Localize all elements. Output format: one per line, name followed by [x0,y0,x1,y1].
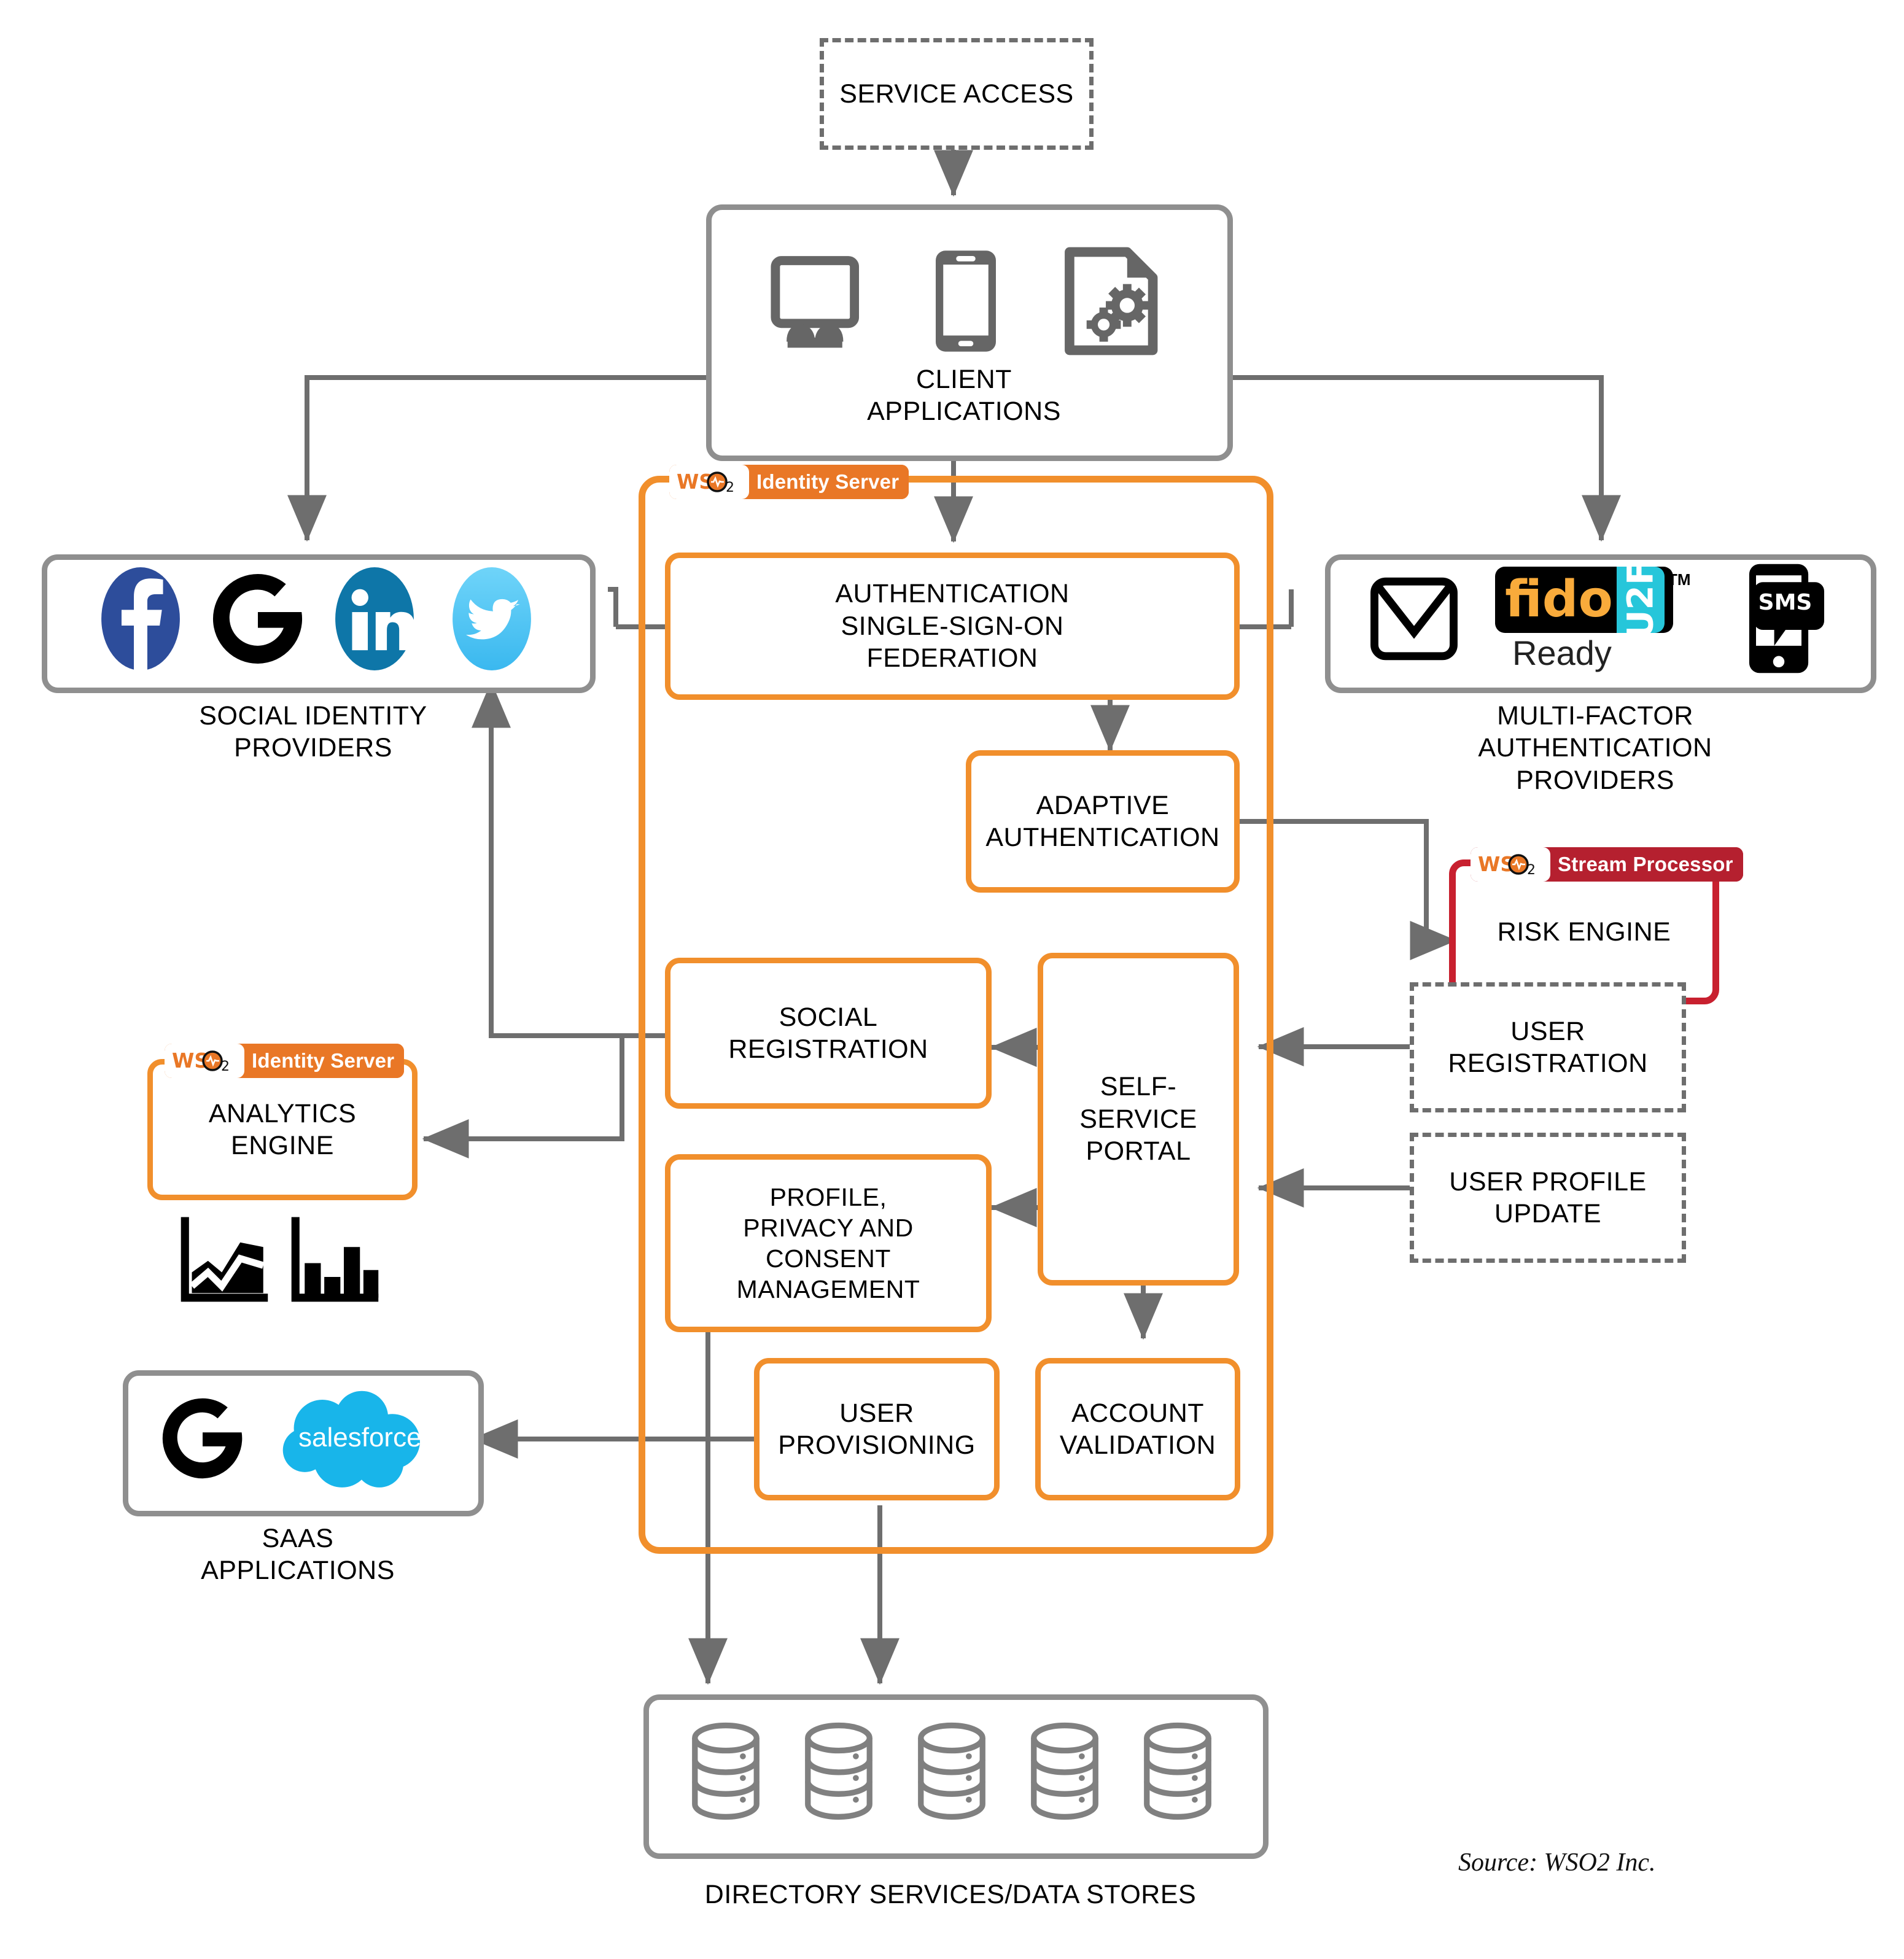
svg-text:2: 2 [726,480,734,495]
profile-privacy-consent-block[interactable]: PROFILE, PRIVACY AND CONSENT MANAGEMENT [665,1154,992,1332]
database-cylinder-icon [1144,1722,1211,1820]
saas-applications-caption: SAAS APPLICATIONS [201,1524,395,1586]
social-registration-label: SOCIAL REGISTRATION [728,1002,928,1064]
email-envelope-icon [1370,577,1458,660]
risk-engine-label: RISK ENGINE [1497,917,1671,947]
sms-phone-icon: SMS [1733,562,1825,675]
authentication-block[interactable]: AUTHENTICATION SINGLE-SIGN-ON FEDERATION [665,553,1240,700]
identity-server-badge: WS 2 Identity Server [669,465,909,499]
fido-u2f-text: U2F [1619,560,1661,639]
fido-ready-text: Ready [1512,633,1612,672]
database-cylinder-icon [1031,1722,1098,1820]
self-service-portal-block[interactable]: SELF- SERVICE PORTAL [1038,953,1239,1286]
mobile-phone-icon [935,250,996,352]
authentication-block-label: AUTHENTICATION SINGLE-SIGN-ON FEDERATION [835,579,1070,673]
social-registration-block[interactable]: SOCIAL REGISTRATION [665,958,992,1109]
client-applications-caption: CLIENT APPLICATIONS [867,365,1061,427]
fido-tm-mark: TM [1667,570,1691,589]
wso2-logo: WS 2 [669,465,749,499]
twitter-icon [453,567,531,670]
desktop-monitor-icon [770,255,859,347]
adaptive-authentication-block[interactable]: ADAPTIVE AUTHENTICATION [966,750,1240,893]
facebook-icon [101,567,180,670]
directory-store-icons [669,1710,1234,1833]
wso2-logo: WS 2 [165,1044,244,1078]
user-profile-update-box: USER PROFILE UPDATE [1410,1133,1686,1263]
service-access-label: SERVICE ACCESS [839,79,1074,109]
user-provisioning-block[interactable]: USER PROVISIONING [754,1358,1000,1500]
fido-u2f-ready-icon: fido U2F TM Ready [1494,560,1698,677]
source-note: Source: WSO2 Inc. [1458,1848,1656,1877]
svg-text:2: 2 [221,1059,230,1074]
stream-processor-badge-label: Stream Processor [1550,847,1743,882]
stream-processor-badge: WS 2 Stream Processor [1471,847,1743,882]
self-service-portal-label: SELF- SERVICE PORTAL [1079,1072,1197,1166]
analytics-engine-block[interactable]: ANALYTICS ENGINE [147,1059,418,1200]
fido-word: fido [1504,570,1613,629]
wso2-logo: WS 2 [1471,847,1550,882]
svg-text:2: 2 [1527,863,1536,878]
connector-auth-left-riser [608,587,618,627]
service-access-box: SERVICE ACCESS [820,38,1094,150]
analytics-engine-badge: WS 2 Identity Server [165,1044,405,1078]
profile-privacy-consent-label: PROFILE, PRIVACY AND CONSENT MANAGEMENT [736,1182,920,1304]
social-identity-provider-icons [101,565,531,672]
database-cylinder-icon [692,1722,760,1820]
identity-server-badge-label: Identity Server [749,465,909,499]
bar-chart-icon [291,1217,379,1302]
google-icon [212,573,302,664]
analytics-engine-label: ANALYTICS ENGINE [208,1098,357,1160]
social-identity-providers-caption: SOCIAL IDENTITY PROVIDERS [199,701,427,763]
mfa-providers-caption: MULTI-FACTOR AUTHENTICATION PROVIDERS [1478,701,1712,795]
account-validation-label: ACCOUNT VALIDATION [1059,1398,1216,1460]
diagram-canvas: SERVICE ACCESS CLIENT APPLICATIONS SOCIA… [0,0,1904,1959]
saas-application-icons: salesforce [147,1381,448,1495]
connector-social-reg-to-analytics [422,1033,665,1158]
database-cylinder-icon [918,1722,985,1820]
user-profile-update-label: USER PROFILE UPDATE [1449,1166,1647,1228]
user-registration-box: USER REGISTRATION [1410,982,1686,1112]
google-icon [162,1398,243,1478]
api-document-gears-icon [1064,247,1157,355]
account-validation-block[interactable]: ACCOUNT VALIDATION [1035,1358,1240,1500]
salesforce-cloud-icon: salesforce [276,1384,430,1492]
salesforce-wordmark: salesforce [298,1422,422,1453]
sms-label: SMS [1758,590,1813,615]
database-cylinder-icon [805,1722,872,1820]
client-application-icons [740,239,1188,362]
user-registration-label: USER REGISTRATION [1448,1016,1648,1078]
user-provisioning-label: USER PROVISIONING [778,1398,976,1460]
linkedin-icon [335,567,416,670]
directory-services-caption: DIRECTORY SERVICES/DATA STORES [704,1880,1197,1909]
analytics-engine-badge-label: Identity Server [244,1044,405,1078]
area-chart-icon [181,1217,268,1302]
mfa-provider-icons: fido U2F TM Ready SMS [1351,560,1842,677]
adaptive-authentication-label: ADAPTIVE AUTHENTICATION [985,790,1220,852]
